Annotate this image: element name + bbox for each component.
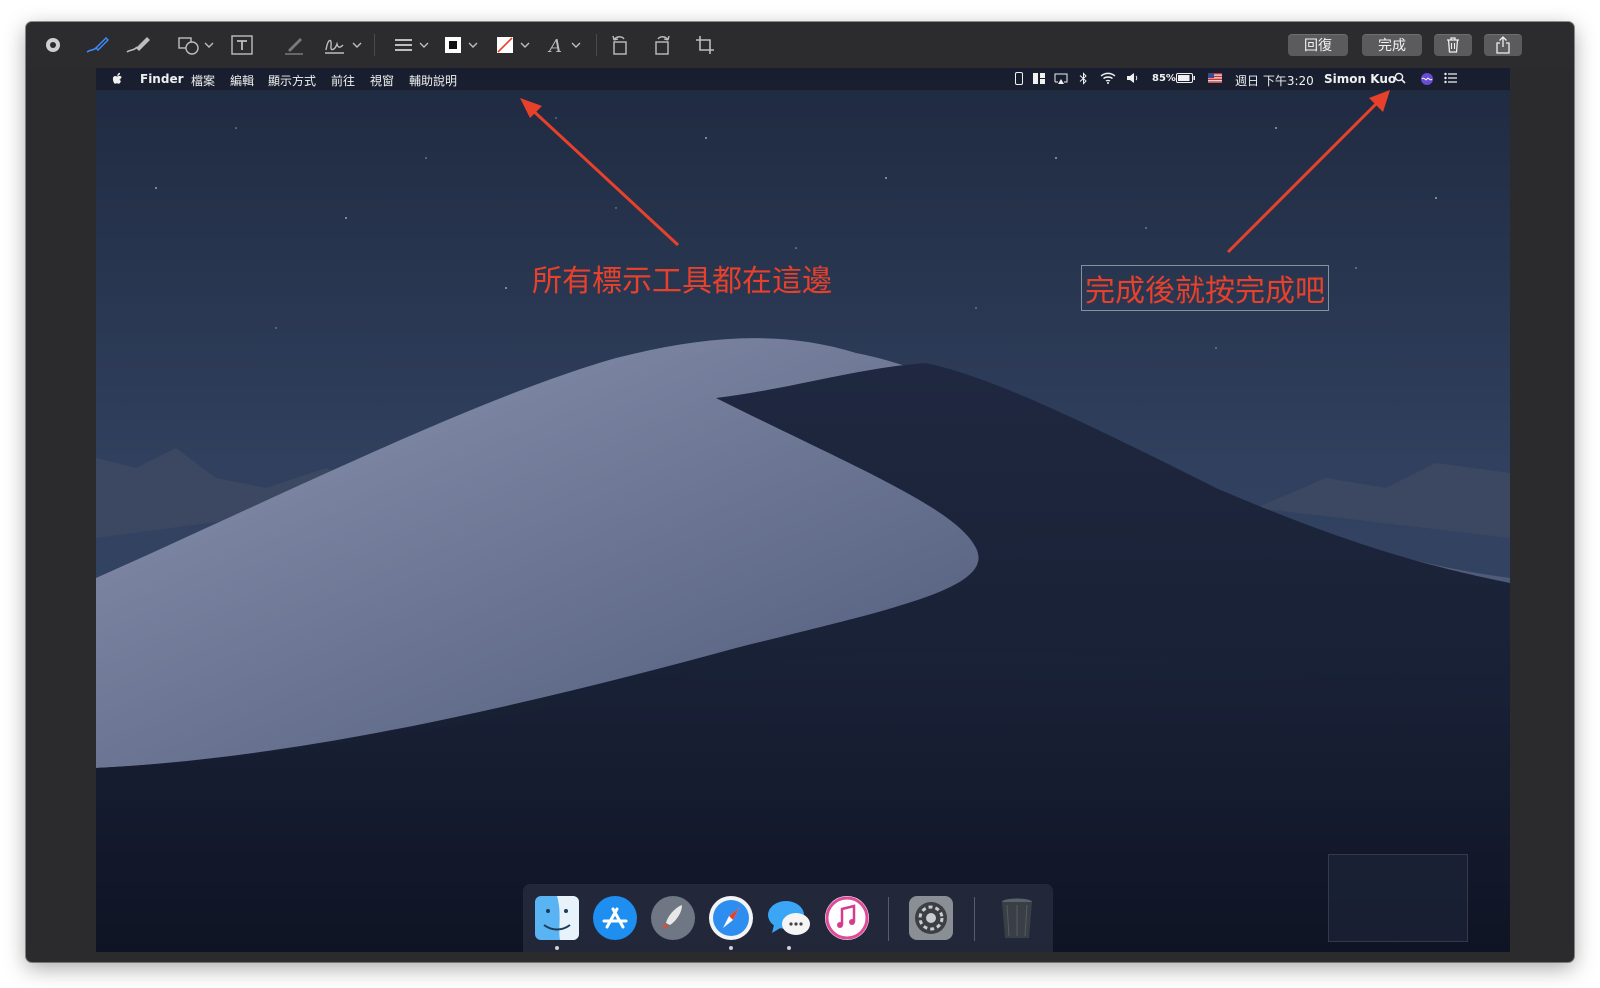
- menubar-clock[interactable]: 週日 下午3:20: [1235, 72, 1314, 89]
- dock-messages-icon[interactable]: [764, 893, 814, 943]
- svg-text:A: A: [547, 36, 562, 56]
- border-color-icon[interactable]: [442, 32, 482, 58]
- annotation-done-note[interactable]: 完成後就按完成吧: [1081, 265, 1329, 311]
- menu-go[interactable]: 前往: [331, 72, 355, 89]
- share-button[interactable]: [1484, 34, 1522, 56]
- running-indicator: [729, 946, 733, 950]
- screenshot-canvas[interactable]: Finder 檔案 編輯 顯示方式 前往 視窗 輔助說明 85% 週日 下午3:…: [96, 68, 1510, 952]
- menu-file[interactable]: 檔案: [191, 72, 215, 89]
- menu-help[interactable]: 輔助說明: [409, 72, 457, 89]
- crop-icon[interactable]: [694, 32, 718, 58]
- menu-window[interactable]: 視窗: [370, 72, 394, 89]
- battery-icon[interactable]: [1176, 72, 1196, 87]
- volume-icon[interactable]: [1126, 72, 1139, 87]
- screenshot-thumbnail[interactable]: [1328, 854, 1468, 942]
- mission-control-icon[interactable]: [1032, 72, 1046, 88]
- apple-menu-icon[interactable]: [112, 72, 124, 89]
- mojave-wallpaper: [96, 68, 1510, 952]
- shapes-icon[interactable]: [176, 32, 216, 58]
- dock-launchpad-icon[interactable]: [648, 893, 698, 943]
- sketch-pen-icon[interactable]: [84, 32, 110, 58]
- share-icon: [1496, 36, 1510, 54]
- running-indicator: [555, 946, 559, 950]
- draw-brush-icon[interactable]: [124, 32, 152, 58]
- menu-finder[interactable]: Finder: [140, 72, 184, 86]
- bluetooth-icon[interactable]: [1079, 72, 1088, 88]
- dock-safari-icon[interactable]: [706, 893, 756, 943]
- toolbar-divider: [596, 34, 597, 56]
- dock: [524, 885, 1052, 952]
- menubar-user[interactable]: Simon Kuo: [1324, 72, 1396, 86]
- text-box-icon[interactable]: [230, 32, 254, 58]
- running-indicator: [787, 946, 791, 950]
- markup-toolbar: A 回復 完成: [26, 22, 1574, 68]
- line-style-icon[interactable]: [392, 32, 432, 58]
- battery-percent: 85%: [1152, 73, 1176, 84]
- dock-divider: [888, 897, 889, 941]
- done-button[interactable]: 完成: [1362, 34, 1422, 56]
- annotation-tools-note[interactable]: 所有標示工具都在這邊: [532, 256, 832, 300]
- rotate-right-icon[interactable]: [650, 32, 674, 58]
- rotate-left-icon[interactable]: [608, 32, 632, 58]
- dock-itunes-icon[interactable]: [822, 893, 872, 943]
- dock-system-preferences-icon[interactable]: [906, 893, 956, 943]
- siri-icon[interactable]: [1420, 72, 1434, 89]
- signature-icon[interactable]: [322, 32, 364, 58]
- revert-button[interactable]: 回復: [1288, 34, 1348, 56]
- spotlight-search-icon[interactable]: [1394, 72, 1406, 87]
- wifi-icon[interactable]: [1100, 72, 1116, 87]
- airplay-icon[interactable]: [1054, 72, 1068, 88]
- input-source-flag-icon[interactable]: [1208, 72, 1222, 86]
- dock-trash-icon[interactable]: [992, 893, 1042, 943]
- markup-window: A 回復 完成 Finder 檔案 編輯 顯示方式 前往 視窗 輔助說明 85%…: [26, 22, 1574, 962]
- trash-icon: [1447, 37, 1459, 53]
- macos-menubar: Finder 檔案 編輯 顯示方式 前往 視窗 輔助說明 85% 週日 下午3:…: [96, 68, 1510, 90]
- phone-status-icon[interactable]: [1014, 72, 1024, 88]
- notification-center-icon[interactable]: [1444, 72, 1458, 87]
- menu-edit[interactable]: 編輯: [230, 72, 254, 89]
- dock-divider: [974, 897, 975, 941]
- fill-color-icon[interactable]: [494, 32, 534, 58]
- menu-view[interactable]: 顯示方式: [268, 72, 316, 89]
- record-dot-icon[interactable]: [44, 32, 62, 58]
- dock-finder-icon[interactable]: [532, 893, 582, 943]
- text-style-icon[interactable]: A: [546, 32, 586, 58]
- trash-button[interactable]: [1434, 34, 1472, 56]
- highlight-icon[interactable]: [282, 32, 306, 58]
- toolbar-divider: [374, 34, 375, 56]
- dock-app-store-icon[interactable]: [590, 893, 640, 943]
